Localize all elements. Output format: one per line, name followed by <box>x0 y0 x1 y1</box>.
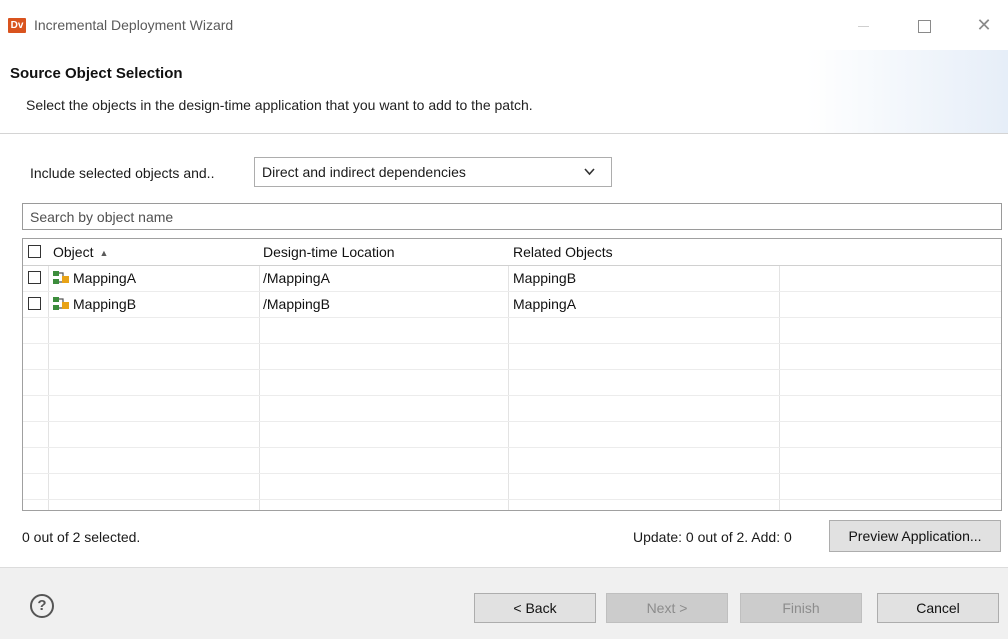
back-button[interactable]: < Back <box>474 593 596 623</box>
cancel-button[interactable]: Cancel <box>877 593 999 623</box>
maximize-button[interactable] <box>906 10 942 40</box>
page-title: Source Object Selection <box>10 65 183 82</box>
wizard-header: Source Object Selection Select the objec… <box>0 50 1008 134</box>
object-location: /MappingB <box>263 296 330 312</box>
preview-application-button[interactable]: Preview Application... <box>829 520 1001 552</box>
search-input[interactable] <box>23 204 1001 229</box>
update-summary: Update: 0 out of 2. Add: 0 <box>633 529 792 545</box>
objects-table: Object ▲ Design-time Location Related Obj… <box>22 238 1002 511</box>
sort-ascending-icon: ▲ <box>99 248 109 259</box>
help-icon[interactable]: ? <box>30 594 54 618</box>
minimize-icon <box>857 25 869 27</box>
title-bar: Dv Incremental Deployment Wizard ✕ <box>0 0 1008 50</box>
select-all-checkbox[interactable] <box>28 245 41 258</box>
close-button[interactable]: ✕ <box>966 10 1002 40</box>
page-description: Select the objects in the design-time ap… <box>26 97 533 113</box>
table-header: Object ▲ Design-time Location Related Obj… <box>23 239 1001 266</box>
object-name: MappingA <box>73 270 137 286</box>
selection-count: 0 out of 2 selected. <box>22 529 141 545</box>
row-checkbox[interactable] <box>28 271 41 284</box>
object-location: /MappingA <box>263 270 330 286</box>
search-field[interactable] <box>22 203 1002 230</box>
column-header-related[interactable]: Related Objects <box>513 239 613 265</box>
related-objects: MappingA <box>513 296 577 312</box>
column-header-location[interactable]: Design-time Location <box>263 239 395 265</box>
column-header-object[interactable]: Object ▲ <box>53 239 108 265</box>
mapping-icon <box>53 271 69 284</box>
object-name: MappingB <box>73 296 137 312</box>
row-checkbox[interactable] <box>28 297 41 310</box>
dependency-select[interactable]: Direct and indirect dependencies <box>254 157 612 187</box>
finish-button[interactable]: Finish <box>740 593 862 623</box>
app-logo-icon: Dv <box>8 18 26 33</box>
close-icon: ✕ <box>976 15 992 35</box>
minimize-button[interactable] <box>845 10 881 40</box>
next-button[interactable]: Next > <box>606 593 728 623</box>
include-label: Include selected objects and.. <box>30 165 215 181</box>
related-objects: MappingB <box>513 270 577 286</box>
maximize-icon <box>917 19 931 33</box>
wizard-footer: ? < Back Next > Finish Cancel <box>0 567 1008 639</box>
dependency-select-value: Direct and indirect dependencies <box>262 164 466 180</box>
chevron-down-icon <box>584 164 595 179</box>
mapping-icon <box>53 297 69 310</box>
window-title: Incremental Deployment Wizard <box>34 17 234 33</box>
